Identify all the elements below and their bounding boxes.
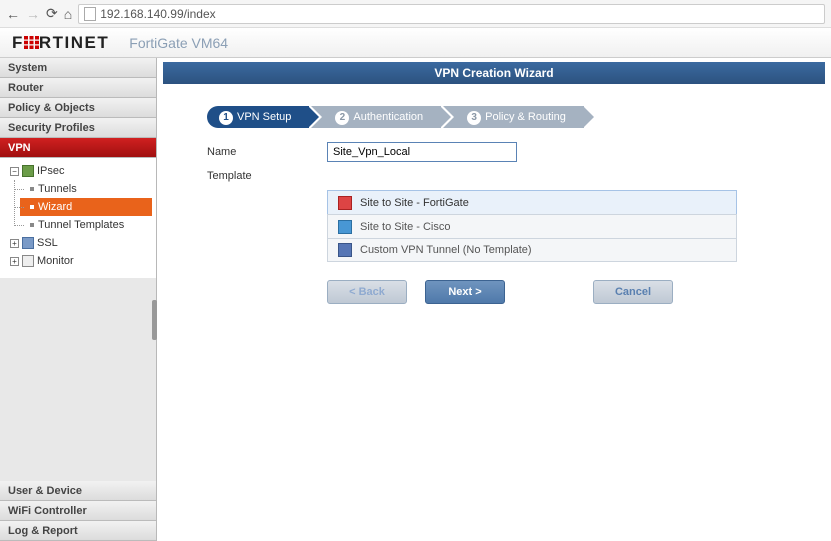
- template-custom-label: Custom VPN Tunnel (No Template): [360, 244, 532, 256]
- name-label: Name: [207, 146, 327, 158]
- cancel-button[interactable]: Cancel: [593, 280, 673, 304]
- browser-toolbar: ← → ⟳ ⌂ 192.168.140.99/index: [0, 0, 831, 28]
- device-name: FortiGate VM64: [129, 35, 228, 51]
- logo: F RTINET: [12, 33, 109, 53]
- tree-wizard-label: Wizard: [38, 201, 72, 213]
- bullet-icon: [30, 187, 34, 191]
- template-cisco[interactable]: Site to Site - Cisco: [327, 214, 737, 238]
- template-cisco-label: Site to Site - Cisco: [360, 221, 450, 233]
- nav-vpn[interactable]: VPN: [0, 138, 156, 158]
- bullet-icon: [30, 223, 34, 227]
- tree-ipsec[interactable]: − IPsec: [6, 162, 156, 180]
- sidebar: System Router Policy & Objects Security …: [0, 58, 157, 541]
- tree-ssl-label: SSL: [37, 237, 58, 249]
- next-button[interactable]: Next >: [425, 280, 505, 304]
- monitor-icon: [22, 255, 34, 267]
- tree-ssl[interactable]: + SSL: [6, 234, 156, 252]
- tree-tunnel-templates[interactable]: Tunnel Templates: [20, 216, 156, 234]
- app-header: F RTINET FortiGate VM64: [0, 28, 831, 58]
- fortinet-glyph-icon: [24, 36, 39, 49]
- wizard-steps: 1 VPN Setup 2 Authentication 3 Policy & Rou…: [207, 106, 781, 128]
- tree-tunnel-templates-label: Tunnel Templates: [38, 219, 124, 231]
- template-custom[interactable]: Custom VPN Tunnel (No Template): [327, 238, 737, 262]
- step-policy-routing[interactable]: 3 Policy & Routing: [443, 106, 584, 128]
- step-2-label: Authentication: [353, 111, 423, 123]
- tree-wizard[interactable]: Wizard: [20, 198, 152, 216]
- expand-icon[interactable]: +: [10, 257, 19, 266]
- step-1-label: VPN Setup: [237, 111, 291, 123]
- tree-ipsec-label: IPsec: [37, 165, 65, 177]
- tree-monitor[interactable]: + Monitor: [6, 252, 156, 270]
- back-icon[interactable]: ←: [6, 6, 20, 22]
- step-vpn-setup[interactable]: 1 VPN Setup: [207, 106, 309, 128]
- nav-router[interactable]: Router: [0, 78, 156, 98]
- step-num-1: 1: [219, 111, 233, 125]
- template-label: Template: [207, 170, 327, 182]
- step-num-2: 2: [335, 111, 349, 125]
- collapse-icon[interactable]: −: [10, 167, 19, 176]
- cisco-icon: [338, 220, 352, 234]
- fortigate-icon: [338, 196, 352, 210]
- step-authentication[interactable]: 2 Authentication: [311, 106, 441, 128]
- template-fortigate-label: Site to Site - FortiGate: [360, 197, 469, 209]
- ssl-icon: [22, 237, 34, 249]
- name-input[interactable]: [327, 142, 517, 162]
- nav-user-device[interactable]: User & Device: [0, 481, 156, 501]
- content-area: VPN Creation Wizard 1 VPN Setup 2 Authenti…: [157, 58, 831, 541]
- forward-icon[interactable]: →: [26, 6, 40, 22]
- back-button[interactable]: < Back: [327, 280, 407, 304]
- template-fortigate[interactable]: Site to Site - FortiGate: [327, 190, 737, 214]
- nav-tree: − IPsec Tunnels Wizard Tunnel Templates …: [0, 158, 156, 278]
- reload-icon[interactable]: ⟳: [46, 5, 58, 22]
- url-bar[interactable]: 192.168.140.99/index: [78, 4, 825, 24]
- custom-tunnel-icon: [338, 243, 352, 257]
- tree-monitor-label: Monitor: [37, 255, 74, 267]
- nav-wifi-controller[interactable]: WiFi Controller: [0, 501, 156, 521]
- url-text: 192.168.140.99/index: [100, 7, 215, 21]
- nav-security-profiles[interactable]: Security Profiles: [0, 118, 156, 138]
- template-list: Site to Site - FortiGate Site to Site - …: [327, 190, 737, 262]
- home-icon[interactable]: ⌂: [64, 6, 72, 22]
- nav-system[interactable]: System: [0, 58, 156, 78]
- step-num-3: 3: [467, 111, 481, 125]
- expand-icon[interactable]: +: [10, 239, 19, 248]
- page-icon: [84, 7, 96, 21]
- logo-pre: F: [12, 33, 24, 52]
- nav-policy-objects[interactable]: Policy & Objects: [0, 98, 156, 118]
- nav-log-report[interactable]: Log & Report: [0, 521, 156, 541]
- logo-post: RTINET: [39, 33, 109, 52]
- splitter-handle[interactable]: [152, 300, 157, 340]
- tree-tunnels-label: Tunnels: [38, 183, 77, 195]
- page-title: VPN Creation Wizard: [163, 62, 825, 84]
- step-3-label: Policy & Routing: [485, 111, 566, 123]
- lock-icon: [22, 165, 34, 177]
- bullet-icon: [30, 205, 34, 209]
- tree-tunnels[interactable]: Tunnels: [20, 180, 156, 198]
